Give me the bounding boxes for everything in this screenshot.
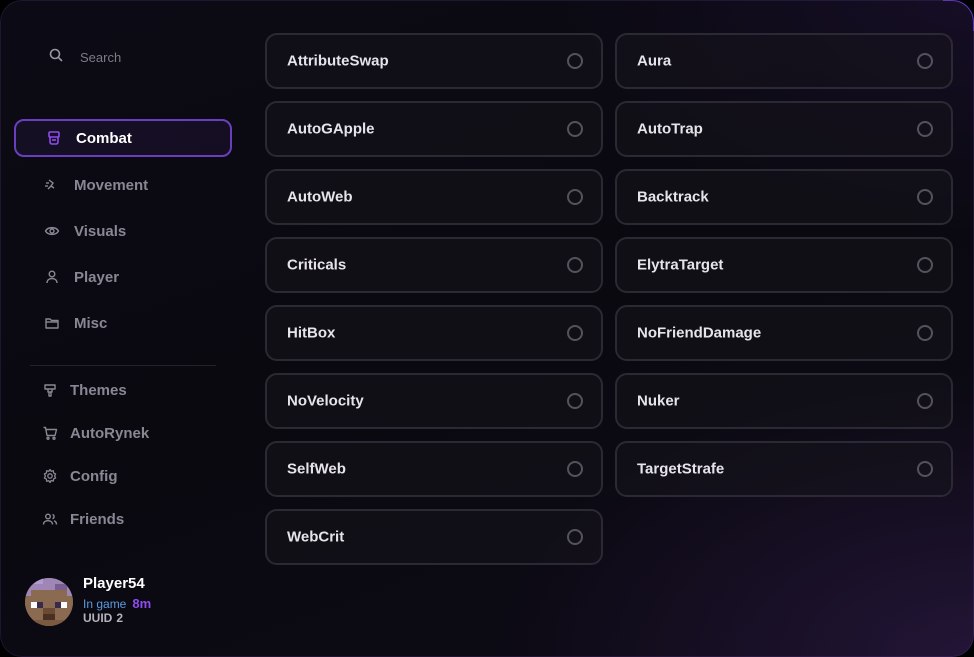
person-icon bbox=[44, 269, 60, 285]
nav-item-combat[interactable]: Combat bbox=[14, 119, 232, 157]
module-toggle[interactable] bbox=[917, 325, 933, 341]
module-name: TargetStrafe bbox=[637, 460, 725, 478]
module-card[interactable]: AutoTrap bbox=[615, 101, 953, 157]
module-card[interactable]: SelfWeb bbox=[265, 441, 603, 497]
eye-icon bbox=[44, 223, 60, 239]
module-name: AttributeSwap bbox=[287, 52, 389, 70]
nav-item-movement[interactable]: Movement bbox=[14, 166, 232, 204]
module-name: NoVelocity bbox=[287, 392, 364, 410]
avatar bbox=[25, 578, 73, 626]
search-bar[interactable] bbox=[48, 46, 220, 68]
player-status: In game 8m bbox=[83, 596, 151, 611]
folder-icon bbox=[44, 315, 60, 331]
module-toggle[interactable] bbox=[567, 121, 583, 137]
module-name: HitBox bbox=[287, 324, 336, 342]
search-icon bbox=[48, 47, 64, 68]
nav-item-player[interactable]: Player bbox=[14, 258, 232, 296]
module-toggle[interactable] bbox=[917, 189, 933, 205]
module-toggle[interactable] bbox=[567, 529, 583, 545]
client-window: Combat Movement Visuals bbox=[0, 0, 974, 657]
sword-icon bbox=[46, 130, 62, 146]
module-name: ElytraTarget bbox=[637, 256, 724, 274]
uuid-label: UUID bbox=[83, 611, 113, 625]
module-toggle[interactable] bbox=[917, 461, 933, 477]
sidebar: Combat Movement Visuals bbox=[0, 0, 250, 657]
session-time: 8m bbox=[132, 596, 152, 611]
users-icon bbox=[42, 511, 58, 527]
module-card[interactable]: Backtrack bbox=[615, 169, 953, 225]
uuid-row: UUID 2 bbox=[83, 611, 123, 625]
sidebar-divider bbox=[30, 365, 216, 366]
module-name: AutoGApple bbox=[287, 120, 375, 138]
nav-label: Player bbox=[74, 268, 120, 286]
module-name: NoFriendDamage bbox=[637, 324, 762, 342]
sidebar-label: Themes bbox=[70, 381, 127, 399]
module-name: Backtrack bbox=[637, 188, 709, 206]
player-name: Player54 bbox=[83, 575, 145, 592]
nav-label: Movement bbox=[74, 176, 149, 194]
module-card[interactable]: AttributeSwap bbox=[265, 33, 603, 89]
nav-item-misc[interactable]: Misc bbox=[14, 304, 232, 342]
module-name: Criticals bbox=[287, 256, 347, 274]
sidebar-item-autorynek[interactable]: AutoRynek bbox=[42, 421, 149, 445]
module-toggle[interactable] bbox=[917, 393, 933, 409]
brush-icon bbox=[42, 382, 58, 398]
nav-label: Visuals bbox=[74, 222, 127, 240]
module-toggle[interactable] bbox=[567, 461, 583, 477]
module-toggle[interactable] bbox=[917, 257, 933, 273]
run-icon bbox=[44, 177, 60, 193]
module-name: WebCrit bbox=[287, 528, 345, 546]
sidebar-item-themes[interactable]: Themes bbox=[42, 378, 127, 402]
module-card[interactable]: Nuker bbox=[615, 373, 953, 429]
module-name: AutoTrap bbox=[637, 120, 703, 138]
sidebar-label: AutoRynek bbox=[70, 424, 150, 442]
uuid-value: 2 bbox=[116, 611, 124, 625]
module-toggle[interactable] bbox=[917, 53, 933, 69]
module-card[interactable]: ElytraTarget bbox=[615, 237, 953, 293]
nav-label: Combat bbox=[76, 129, 132, 147]
sidebar-label: Config bbox=[70, 467, 118, 485]
module-card[interactable]: Criticals bbox=[265, 237, 603, 293]
corner-accent bbox=[943, 0, 974, 31]
module-toggle[interactable] bbox=[567, 189, 583, 205]
module-card[interactable]: AutoGApple bbox=[265, 101, 603, 157]
module-toggle[interactable] bbox=[567, 53, 583, 69]
module-name: Nuker bbox=[637, 392, 680, 410]
nav-item-visuals[interactable]: Visuals bbox=[14, 212, 232, 250]
sidebar-item-friends[interactable]: Friends bbox=[42, 507, 124, 531]
module-card[interactable]: WebCrit bbox=[265, 509, 603, 565]
nav-label: Misc bbox=[74, 314, 108, 332]
status-text: In game bbox=[83, 597, 127, 611]
module-card[interactable]: HitBox bbox=[265, 305, 603, 361]
cart-icon bbox=[42, 425, 58, 441]
module-card[interactable]: TargetStrafe bbox=[615, 441, 953, 497]
module-card[interactable]: Aura bbox=[615, 33, 953, 89]
search-input[interactable] bbox=[80, 49, 220, 65]
sidebar-label: Friends bbox=[70, 510, 125, 528]
sidebar-item-config[interactable]: Config bbox=[42, 464, 117, 488]
gear-icon bbox=[42, 468, 58, 484]
module-name: SelfWeb bbox=[287, 460, 346, 478]
module-card[interactable]: AutoWeb bbox=[265, 169, 603, 225]
module-toggle[interactable] bbox=[567, 393, 583, 409]
module-toggle[interactable] bbox=[917, 121, 933, 137]
module-card[interactable]: NoFriendDamage bbox=[615, 305, 953, 361]
module-name: Aura bbox=[637, 52, 672, 70]
module-toggle[interactable] bbox=[567, 257, 583, 273]
module-card[interactable]: NoVelocity bbox=[265, 373, 603, 429]
module-toggle[interactable] bbox=[567, 325, 583, 341]
module-name: AutoWeb bbox=[287, 188, 353, 206]
